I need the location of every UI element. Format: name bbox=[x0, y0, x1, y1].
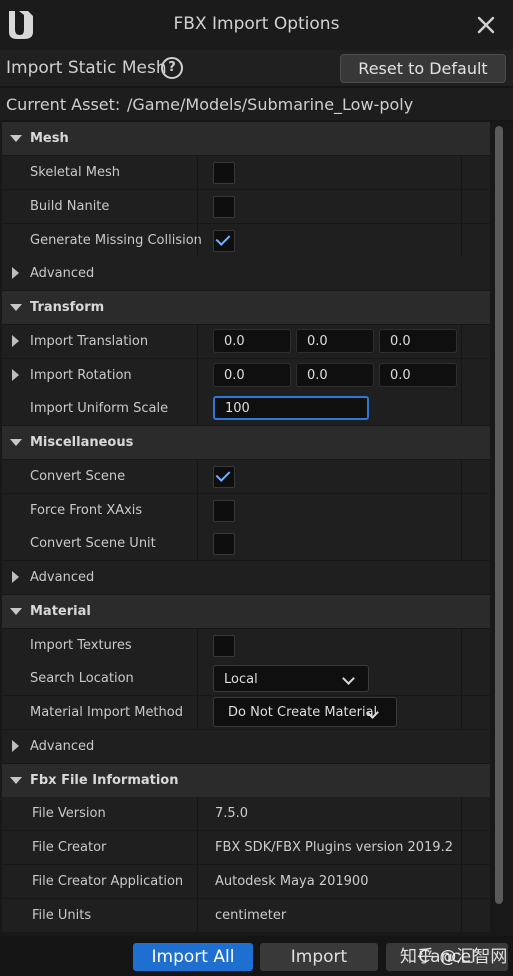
chevron-down-icon bbox=[342, 672, 355, 685]
collapse-arrow-icon bbox=[10, 439, 22, 446]
translation-x-input[interactable]: 0.0 bbox=[213, 329, 291, 353]
close-button[interactable] bbox=[473, 12, 499, 38]
section-transform[interactable]: Transform bbox=[2, 291, 490, 324]
property-label: Import Rotation bbox=[30, 368, 132, 383]
scrollbar[interactable] bbox=[495, 126, 503, 904]
property-label: Import Textures bbox=[30, 638, 132, 653]
current-asset-path: /Game/Models/Submarine_Low-poly bbox=[127, 95, 414, 114]
close-icon bbox=[477, 16, 495, 34]
file-creator-application-value: Autodesk Maya 201900 bbox=[215, 874, 369, 889]
dropdown-value: Local bbox=[224, 672, 258, 687]
row-generate-missing-collision: Generate Missing Collision bbox=[2, 224, 490, 257]
section-material[interactable]: Material bbox=[2, 595, 490, 628]
help-icon[interactable]: ? bbox=[161, 57, 183, 79]
expand-arrow-icon[interactable] bbox=[12, 369, 19, 381]
row-convert-scene: Convert Scene bbox=[2, 460, 490, 493]
convert-scene-checkbox[interactable] bbox=[213, 466, 235, 488]
section-miscellaneous[interactable]: Miscellaneous bbox=[2, 426, 490, 459]
rotation-y-input[interactable]: 0.0 bbox=[296, 363, 374, 387]
checkmark-icon bbox=[215, 467, 231, 482]
skeletal-mesh-checkbox[interactable] bbox=[213, 162, 235, 184]
import-all-button[interactable]: Import All bbox=[133, 943, 253, 971]
section-title: Fbx File Information bbox=[30, 773, 179, 788]
uniform-scale-input[interactable]: 100 bbox=[213, 396, 369, 420]
watermark: 知乎 @汇智网 bbox=[400, 947, 508, 967]
row-import-textures: Import Textures bbox=[2, 629, 490, 662]
row-import-rotation: Import Rotation 0.0 0.0 0.0 bbox=[2, 359, 490, 392]
checkmark-icon bbox=[215, 231, 231, 246]
current-asset-label: Current Asset: bbox=[6, 95, 121, 114]
section-mesh[interactable]: Mesh bbox=[2, 122, 490, 155]
file-version-value: 7.5.0 bbox=[215, 806, 249, 821]
expand-arrow-icon bbox=[12, 267, 19, 279]
property-label: Skeletal Mesh bbox=[30, 165, 120, 180]
property-label: Force Front XAxis bbox=[30, 503, 143, 518]
window-title: FBX Import Options bbox=[173, 14, 340, 34]
property-label: Search Location bbox=[30, 671, 134, 686]
property-label: Material Import Method bbox=[30, 705, 183, 720]
convert-scene-unit-checkbox[interactable] bbox=[213, 533, 235, 555]
import-button[interactable]: Import bbox=[260, 943, 378, 971]
row-file-creator-application: File Creator Application Autodesk Maya 2… bbox=[2, 865, 490, 898]
collapse-arrow-icon bbox=[10, 777, 22, 784]
material-import-method-dropdown[interactable]: Do Not Create Material bbox=[213, 697, 397, 727]
row-material-advanced[interactable]: Advanced bbox=[2, 730, 490, 763]
dropdown-value: Do Not Create Material bbox=[228, 705, 378, 720]
property-label: Import Translation bbox=[30, 334, 149, 349]
translation-y-input[interactable]: 0.0 bbox=[296, 329, 374, 353]
expand-arrow-icon[interactable] bbox=[12, 335, 19, 347]
build-nanite-checkbox[interactable] bbox=[213, 196, 235, 218]
file-creator-value: FBX SDK/FBX Plugins version 2019.2 bbox=[215, 840, 453, 855]
expand-arrow-icon bbox=[12, 571, 19, 583]
row-mesh-advanced[interactable]: Advanced bbox=[2, 257, 490, 290]
property-label: Import Uniform Scale bbox=[30, 401, 169, 416]
row-material-import-method: Material Import Method Do Not Create Mat… bbox=[2, 696, 490, 729]
collapse-arrow-icon bbox=[10, 608, 22, 615]
rotation-z-input[interactable]: 0.0 bbox=[379, 363, 457, 387]
row-convert-scene-unit: Convert Scene Unit bbox=[2, 527, 490, 560]
translation-z-input[interactable]: 0.0 bbox=[379, 329, 457, 353]
import-textures-checkbox[interactable] bbox=[213, 635, 235, 657]
property-label: File Units bbox=[32, 908, 92, 923]
row-import-uniform-scale: Import Uniform Scale 100 bbox=[2, 392, 490, 425]
row-file-units: File Units centimeter bbox=[2, 899, 490, 932]
row-misc-advanced[interactable]: Advanced bbox=[2, 561, 490, 594]
reset-to-default-button[interactable]: Reset to Default bbox=[340, 54, 506, 83]
property-label: File Creator Application bbox=[32, 874, 184, 889]
search-location-dropdown[interactable]: Local bbox=[213, 665, 369, 692]
generate-missing-collision-checkbox[interactable] bbox=[213, 230, 235, 252]
section-title: Material bbox=[30, 604, 91, 619]
advanced-label: Advanced bbox=[30, 739, 95, 754]
section-title: Mesh bbox=[30, 131, 69, 146]
advanced-label: Advanced bbox=[30, 266, 95, 281]
collapse-arrow-icon bbox=[10, 135, 22, 142]
row-force-front-xaxis: Force Front XAxis bbox=[2, 494, 490, 527]
property-label: Convert Scene bbox=[30, 469, 126, 484]
advanced-label: Advanced bbox=[30, 570, 95, 585]
expand-arrow-icon bbox=[12, 740, 19, 752]
row-build-nanite: Build Nanite bbox=[2, 190, 490, 223]
file-units-value: centimeter bbox=[215, 908, 287, 923]
property-label: File Creator bbox=[32, 840, 107, 855]
property-label: Build Nanite bbox=[30, 199, 110, 214]
property-label: Generate Missing Collision bbox=[30, 233, 202, 248]
row-skeletal-mesh: Skeletal Mesh bbox=[2, 156, 490, 189]
import-type-label: Import Static Mesh bbox=[6, 58, 167, 78]
force-front-xaxis-checkbox[interactable] bbox=[213, 500, 235, 522]
row-import-translation: Import Translation 0.0 0.0 0.0 bbox=[2, 325, 490, 358]
row-file-creator: File Creator FBX SDK/FBX Plugins version… bbox=[2, 831, 490, 864]
rotation-x-input[interactable]: 0.0 bbox=[213, 363, 291, 387]
row-search-location: Search Location Local bbox=[2, 662, 490, 695]
section-fbx-file-information[interactable]: Fbx File Information bbox=[2, 764, 490, 797]
section-title: Miscellaneous bbox=[30, 435, 134, 450]
property-label: Convert Scene Unit bbox=[30, 536, 156, 551]
collapse-arrow-icon bbox=[10, 304, 22, 311]
section-title: Transform bbox=[30, 300, 105, 315]
row-file-version: File Version 7.5.0 bbox=[2, 797, 490, 830]
property-label: File Version bbox=[32, 806, 106, 821]
